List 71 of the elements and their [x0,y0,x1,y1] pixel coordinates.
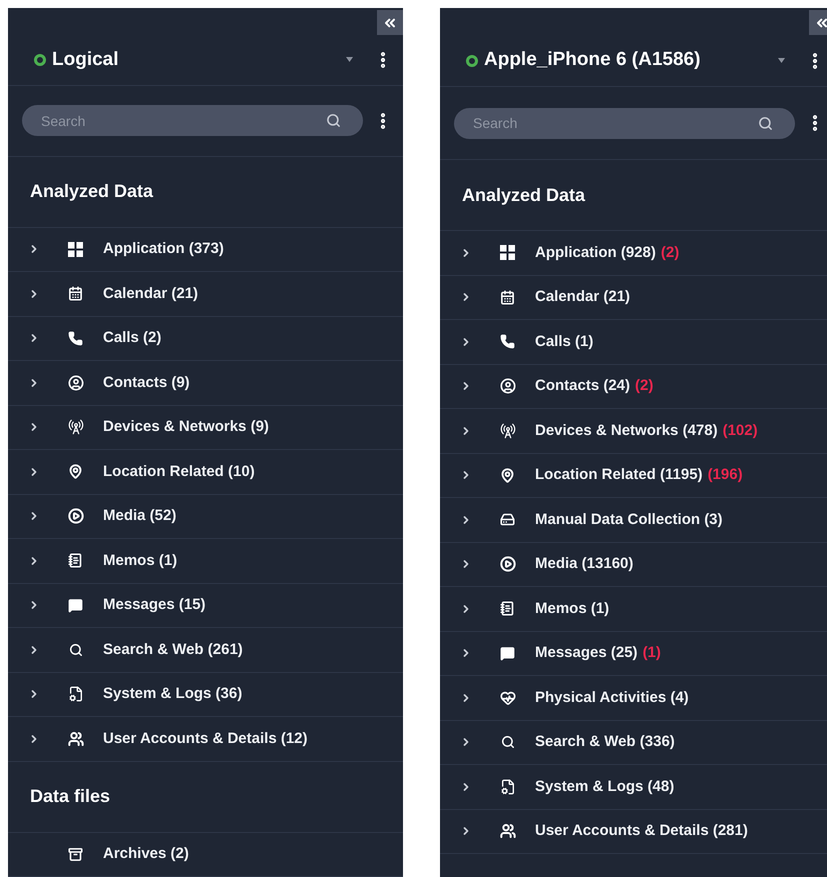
phone-icon [68,330,83,346]
grid-icon [500,245,515,260]
flag-count: (1) [642,643,661,663]
phone-icon [500,334,515,350]
category-label[interactable]: Devices & Networks (478) [535,420,718,442]
category-label[interactable]: Calls (2) [103,327,162,350]
notepad-icon [68,553,83,568]
section-heading: Analyzed Data [30,180,154,203]
search-icon [500,735,514,750]
search-field[interactable]: Search [454,108,795,138]
flag-count: (102) [722,420,758,440]
category-label[interactable]: Manual Data Collection (3) [535,508,723,531]
message-icon [500,646,515,661]
dropdown-caret-icon[interactable] [778,58,785,63]
category-label[interactable]: Application (373) [103,238,224,260]
antenna-icon [500,422,516,439]
tray-icon [500,512,515,528]
map-pin-icon [68,464,83,480]
map-pin-icon [500,468,515,483]
category-label[interactable]: Archives (2) [103,843,189,866]
section-heading: Data files [30,785,110,808]
category-label[interactable]: Messages (15) [103,594,206,616]
category-label[interactable]: Messages (25) [535,642,638,664]
category-label[interactable]: Devices & Networks (9) [103,416,269,438]
category-label[interactable]: User Accounts & Details (281) [535,820,748,842]
file-gear-icon [68,686,84,702]
category-label[interactable]: Application (928) [535,242,656,264]
category-label[interactable]: Calls (1) [535,330,594,353]
antenna-icon [68,419,84,436]
category-label[interactable]: System & Logs (36) [103,683,242,706]
category-label[interactable]: Location Related (10) [103,460,255,483]
category-label[interactable]: Location Related (1195) [535,464,703,486]
category-label[interactable]: Calendar (21) [535,286,630,308]
play-icon [68,508,84,524]
category-label[interactable]: Media (52) [103,505,176,528]
category-label[interactable]: User Accounts & Details (12) [103,728,308,750]
search-icon[interactable] [326,113,341,128]
notepad-icon [500,601,515,616]
device-title: Apple_iPhone 6 (A1586) [484,48,700,72]
category-label[interactable]: Contacts (9) [103,372,190,394]
message-icon [68,598,83,613]
search-icon [68,642,82,657]
dropdown-caret-icon[interactable] [346,57,353,62]
file-gear-icon [500,778,516,795]
search-field[interactable]: Search [22,105,363,136]
category-label[interactable]: Search & Web (336) [535,731,675,754]
category-label[interactable]: Media (13160) [535,553,634,576]
category-label[interactable]: Memos (1) [103,550,178,572]
collapse-button[interactable] [377,10,403,35]
flag-count: (196) [708,465,743,485]
users-icon [68,730,84,747]
search-icon[interactable] [758,116,773,130]
users-icon [500,823,516,840]
category-label[interactable]: Calendar (21) [103,282,198,305]
archive-icon [68,846,83,862]
flag-count: (2) [635,376,654,396]
play-icon [500,556,516,572]
category-label[interactable]: Physical Activities (4) [535,686,689,709]
category-label[interactable]: Search & Web (261) [103,638,243,661]
device-title: Logical [52,48,119,72]
section-heading: Analyzed Data [462,184,586,207]
user-icon [68,374,84,391]
category-label[interactable]: Memos (1) [535,598,610,620]
user-icon [500,378,516,394]
grid-icon [68,242,83,257]
category-label[interactable]: Contacts (24) [535,375,630,398]
calendar-icon [68,286,83,302]
flag-count: (2) [660,242,680,262]
calendar-icon [500,290,515,305]
heart-icon [500,690,516,706]
category-label[interactable]: System & Logs (48) [535,776,674,798]
